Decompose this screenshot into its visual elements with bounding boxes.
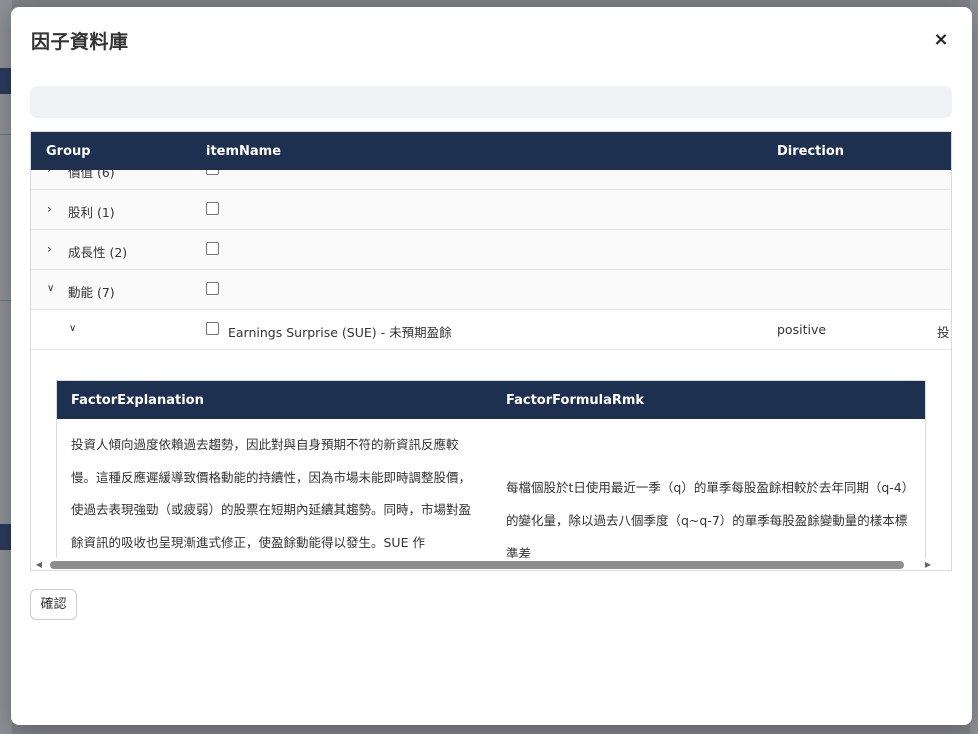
search-input[interactable] [30, 86, 952, 118]
close-icon[interactable]: × [932, 31, 950, 49]
factor-formula-text: 每檔個股於t日使用最近一季（q）的單季每股盈餘相較於去年同期（q-4）的變化量，… [506, 480, 915, 558]
factor-detail-panel: FactorExplanation FactorFormulaRmk 投資人傾向… [31, 354, 951, 558]
factor-database-modal: 因子資料庫 × Group itemName Direction › 價值 (6… [11, 7, 972, 725]
confirm-button[interactable]: 確認 [30, 589, 77, 620]
row-checkbox[interactable] [206, 282, 219, 295]
row-checkbox[interactable] [206, 202, 219, 215]
factor-detail-table: FactorExplanation FactorFormulaRmk 投資人傾向… [56, 380, 926, 558]
factor-explanation-text: 投資人傾向過度依賴過去趨勢，因此對與自身預期不符的新資訊反應較慢。這種反應遲緩導… [71, 437, 472, 550]
chevron-down-icon[interactable]: ∨ [47, 282, 59, 296]
header-direction: Direction [777, 144, 845, 159]
header-factor-formula: FactorFormulaRmk [506, 393, 645, 408]
chevron-right-icon[interactable]: › [47, 202, 59, 216]
header-group: Group [46, 144, 91, 159]
table-header: Group itemName Direction [31, 132, 951, 170]
header-factor-explanation: FactorExplanation [71, 393, 204, 408]
factor-item-name: Earnings Surprise (SUE) - 未預期盈餘 [228, 325, 452, 340]
scrollbar-thumb[interactable] [50, 561, 904, 569]
group-label: 價值 (6) [68, 170, 115, 180]
factor-sub-row[interactable]: ∨ Earnings Surprise (SUE) - 未預期盈餘 positi… [31, 310, 951, 350]
factor-checkbox[interactable] [206, 322, 219, 335]
table-row[interactable]: › 成長性 (2) [31, 230, 951, 270]
group-label: 動能 (7) [68, 285, 115, 300]
row-checkbox[interactable] [206, 242, 219, 255]
modal-title: 因子資料庫 [31, 31, 129, 53]
horizontal-scrollbar[interactable]: ◀ ▶ [31, 558, 951, 570]
table-row[interactable]: › 股利 (1) [31, 190, 951, 230]
chevron-right-icon[interactable]: › [47, 170, 59, 176]
table-row[interactable]: › 價值 (6) [31, 170, 951, 190]
factor-extra-cell: 投 [937, 325, 950, 340]
factor-direction: positive [777, 322, 827, 337]
group-label: 股利 (1) [68, 205, 115, 220]
group-label: 成長性 (2) [68, 245, 128, 260]
scroll-right-icon[interactable]: ▶ [923, 560, 933, 570]
table-row[interactable]: ∨ 動能 (7) [31, 270, 951, 310]
chevron-right-icon[interactable]: › [47, 242, 59, 256]
table-body: › 價值 (6) › 股利 (1) › 成長性 (2) ∨ 動能 (7) ∨ [31, 170, 951, 558]
detail-table-header: FactorExplanation FactorFormulaRmk [57, 381, 925, 419]
factor-table: Group itemName Direction › 價值 (6) › 股利 (… [30, 131, 952, 571]
scroll-left-icon[interactable]: ◀ [34, 560, 44, 570]
row-checkbox[interactable] [206, 170, 219, 175]
chevron-down-icon[interactable]: ∨ [69, 322, 81, 336]
header-item-name: itemName [206, 144, 282, 159]
